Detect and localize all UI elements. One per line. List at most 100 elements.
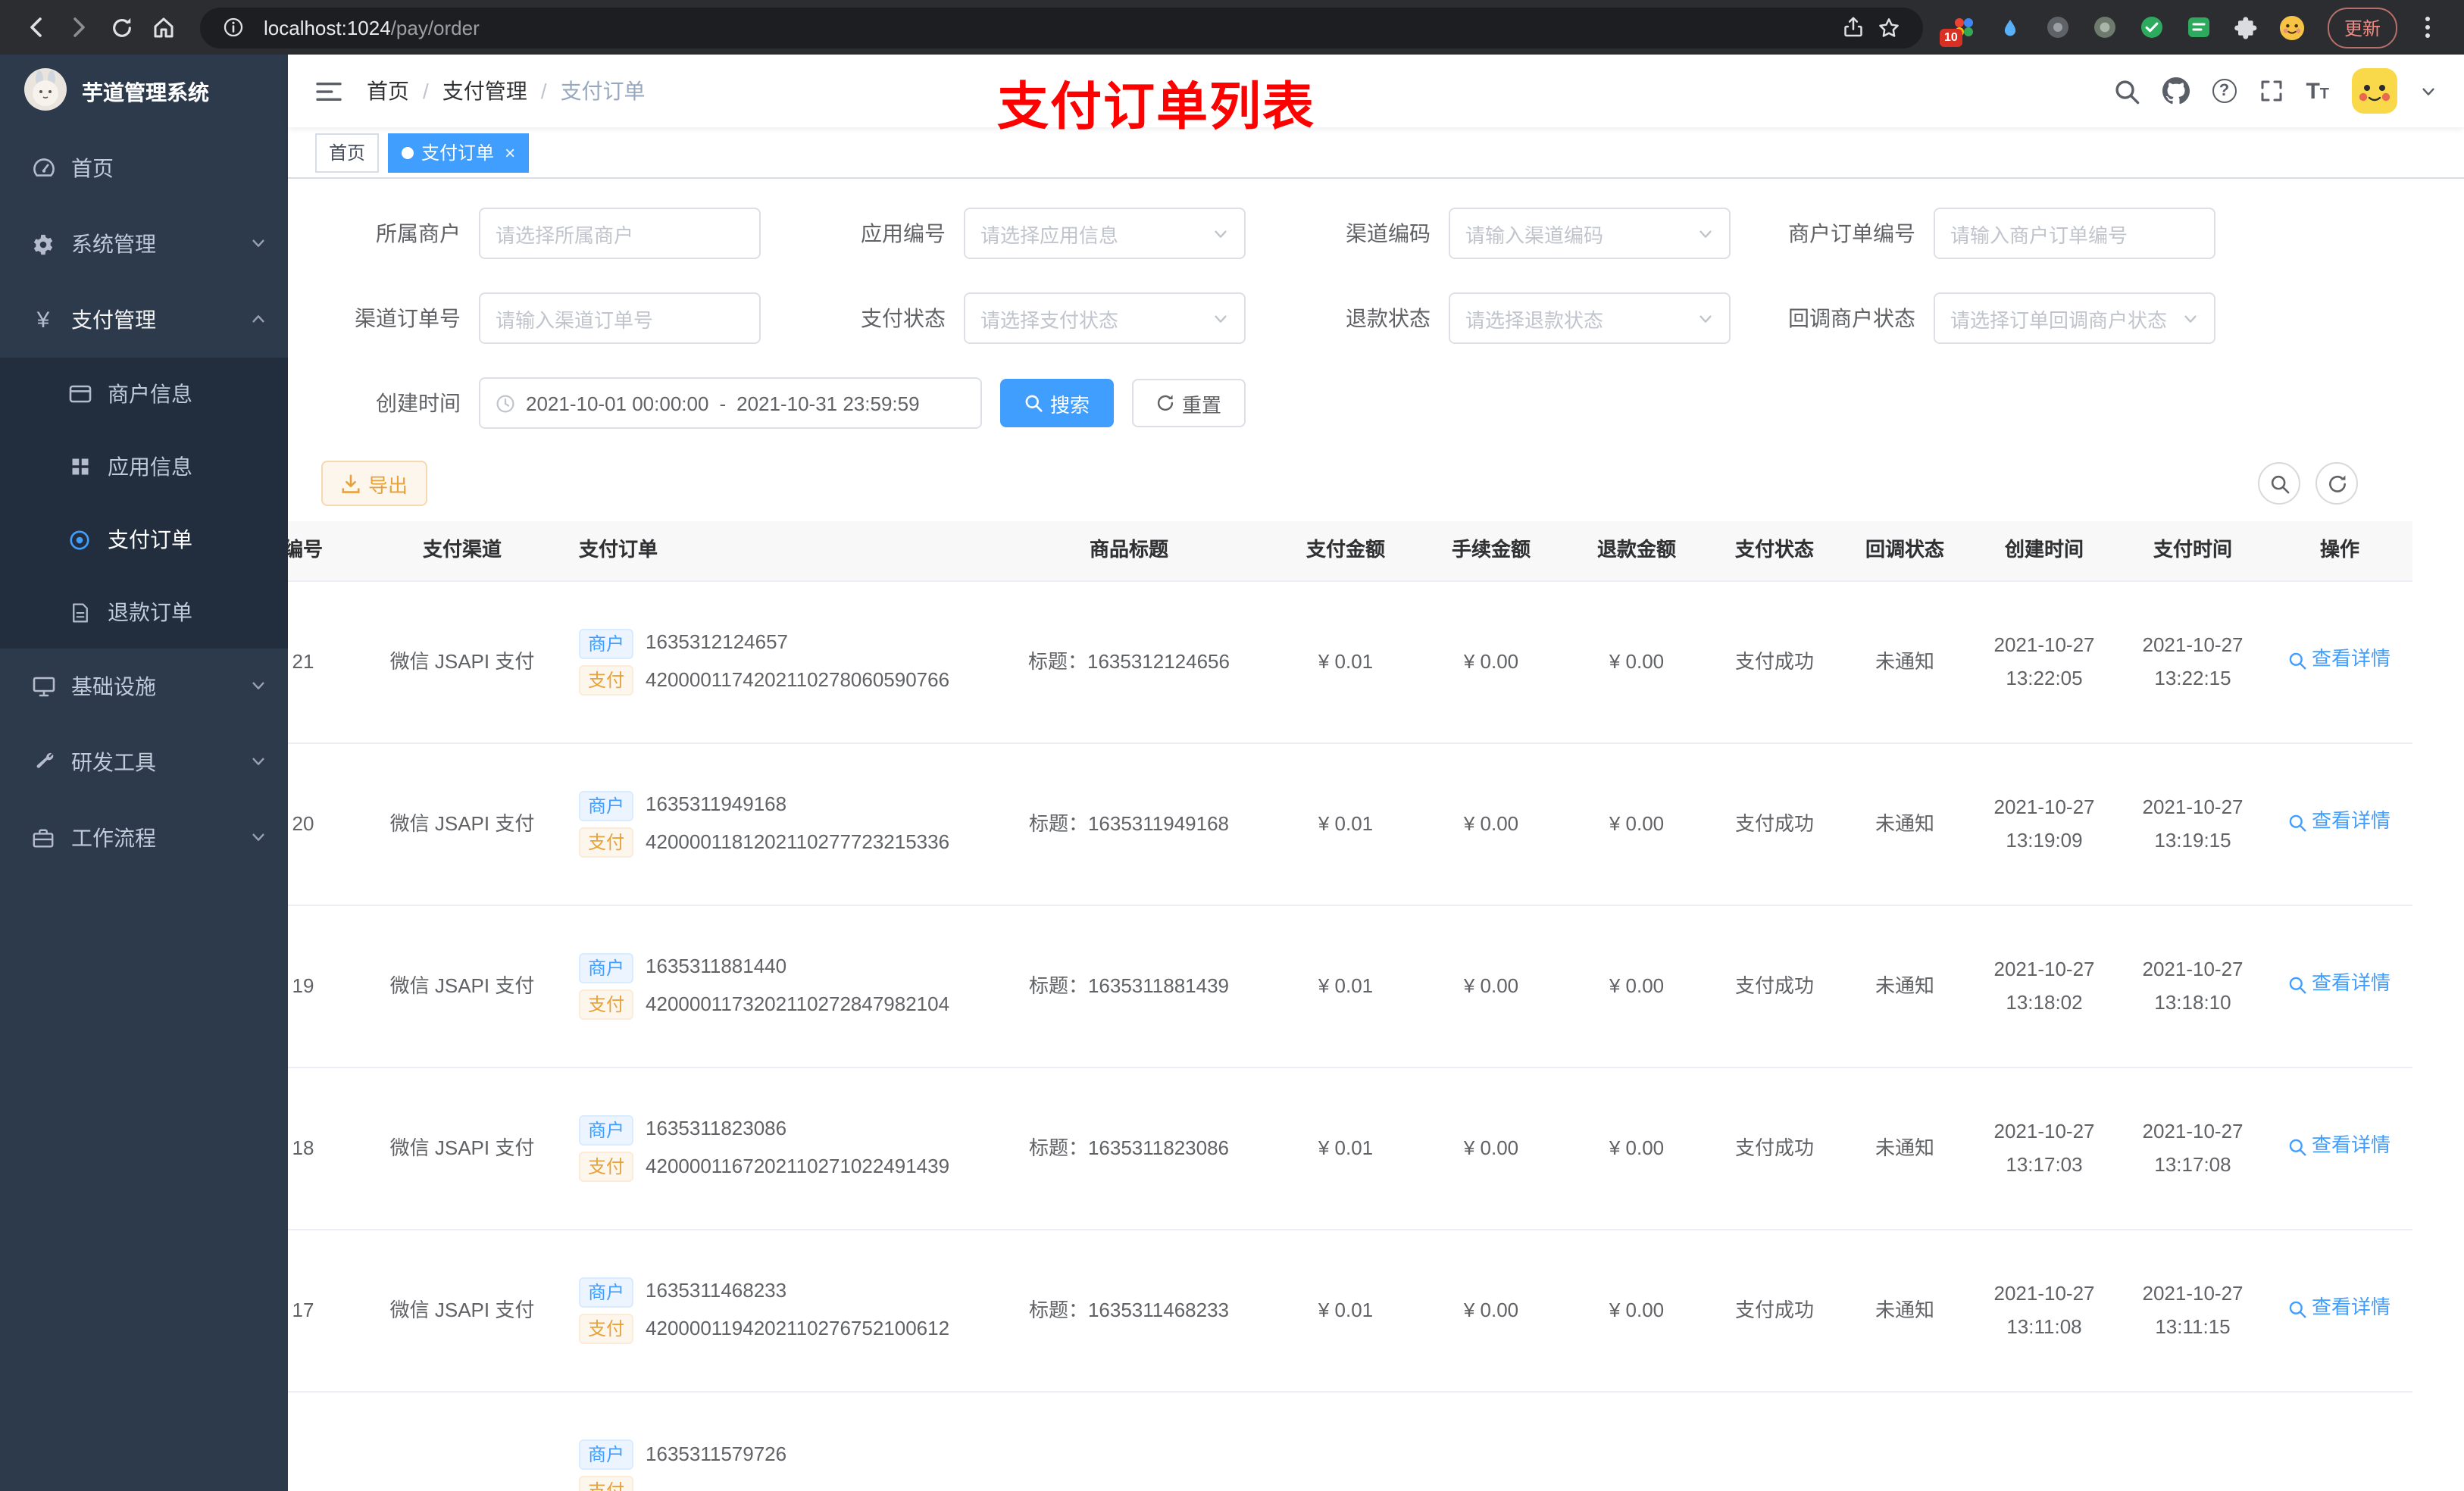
extension-chat-icon[interactable] xyxy=(2185,14,2212,41)
search-button[interactable]: 搜索 xyxy=(1000,379,1115,427)
sidebar-item-payment[interactable]: ¥ 支付管理 xyxy=(0,282,288,358)
table-row: 19 微信 JSAPI 支付 商户 1635311881440 支付 4200001… xyxy=(288,906,2412,1068)
view-detail-link[interactable]: 查看详情 xyxy=(2289,807,2391,839)
filter-label-channel-code: 渠道编码 xyxy=(1346,221,1431,245)
extension-drop-icon[interactable] xyxy=(1997,14,2025,41)
monitor-icon xyxy=(30,674,56,699)
address-bar[interactable]: localhost:1024/pay/order xyxy=(200,7,1923,48)
create-time-range-picker[interactable]: 2021-10-01 00:00:00 - 2021-10-31 23:59:5… xyxy=(479,377,982,429)
sidebar-item-label: 基础设施 xyxy=(71,674,156,699)
channel-order-no-input[interactable]: 请输入渠道订单号 xyxy=(479,292,761,344)
close-tab-icon[interactable]: × xyxy=(505,142,515,163)
merchant-tag: 商户 xyxy=(579,1114,634,1146)
profile-avatar-icon[interactable] xyxy=(2279,14,2306,41)
merchant-tag: 商户 xyxy=(579,790,634,821)
sidebar-item-infra[interactable]: 基础设施 xyxy=(0,649,288,724)
cell-pay-time: 2021-10-27 13:22:15 xyxy=(2142,633,2244,689)
view-detail-link[interactable]: 查看详情 xyxy=(2289,1293,2391,1325)
notify-status-select[interactable]: 请选择订单回调商户状态 xyxy=(1934,292,2215,344)
filter-row-2: 渠道订单号 请输入渠道订单号 支付状态 请选择支付状态 退款状态 请选择退款状态… xyxy=(288,288,2464,349)
view-detail-link[interactable]: 查看详情 xyxy=(2289,645,2391,677)
reset-button[interactable]: 重置 xyxy=(1132,379,1246,427)
share-icon[interactable] xyxy=(1835,9,1871,45)
fullscreen-icon[interactable] xyxy=(2259,79,2283,103)
chevron-down-icon xyxy=(1697,225,1714,242)
search-icon[interactable] xyxy=(2113,78,2139,104)
back-icon[interactable] xyxy=(15,6,58,48)
chevron-down-icon xyxy=(1212,225,1229,242)
sidebar-item-merchant-info[interactable]: 商户信息 xyxy=(0,358,288,430)
github-icon[interactable] xyxy=(2162,77,2190,105)
cell-title: 标题：1635311468233 xyxy=(1028,1298,1230,1321)
cell-fee: ¥ 0.00 xyxy=(1463,811,1519,835)
channel-code-select[interactable]: 请输入渠道编码 xyxy=(1449,208,1731,259)
cell-pay-order: 商户 1635311881440 支付 4200001173202110272847… xyxy=(561,946,985,1027)
cell-id: 20 xyxy=(292,811,314,835)
extension-badge: 10 xyxy=(1939,29,1962,47)
forward-icon[interactable] xyxy=(58,6,100,48)
export-button[interactable]: 导出 xyxy=(321,461,428,506)
cell-notify-status: 未通知 xyxy=(1875,1298,1934,1321)
hamburger-icon[interactable] xyxy=(315,80,342,102)
help-icon[interactable]: ? xyxy=(2212,79,2237,103)
sidebar-item-home[interactable]: 首页 xyxy=(0,130,288,206)
sidebar-item-system[interactable]: 系统管理 xyxy=(0,206,288,282)
pay-status-select[interactable]: 请选择支付状态 xyxy=(964,292,1246,344)
merchant-order-no: 1635311949168 xyxy=(646,792,787,816)
breadcrumb-section[interactable]: 支付管理 xyxy=(442,76,527,106)
merchant-order-no: 1635311468233 xyxy=(646,1279,787,1302)
sidebar-item-dev-tools[interactable]: 研发工具 xyxy=(0,724,288,800)
chevron-down-icon xyxy=(1697,310,1714,327)
sidebar-menu: 首页 系统管理 ¥ 支付管理 商户信息 应用信息 支付订单 退款订单 基础设施 … xyxy=(0,130,288,876)
sidebar-item-pay-order[interactable]: 支付订单 xyxy=(0,503,288,576)
sidebar-item-workflow[interactable]: 工作流程 xyxy=(0,800,288,876)
cell-fee: ¥ 0.00 xyxy=(1463,974,1519,997)
card-icon xyxy=(67,382,92,406)
extension-gray-icon[interactable] xyxy=(2044,14,2072,41)
refund-status-select[interactable]: 请选择退款状态 xyxy=(1449,292,1731,344)
refresh-icon[interactable] xyxy=(2315,462,2358,505)
cell-fee: ¥ 0.00 xyxy=(1463,649,1519,673)
app-no-select[interactable]: 请选择应用信息 xyxy=(964,208,1246,259)
pay-tag: 支付 xyxy=(579,1314,634,1345)
home-icon[interactable] xyxy=(142,6,185,48)
avatar-caret-icon[interactable] xyxy=(2420,83,2437,99)
extension-olive-icon[interactable] xyxy=(2091,14,2118,41)
cell-pay-status: 支付成功 xyxy=(1734,811,1814,835)
reload-icon[interactable] xyxy=(100,6,142,48)
extension-check-icon[interactable] xyxy=(2138,14,2165,41)
cell-action: 查看详情 xyxy=(2267,1293,2412,1328)
tab-pay-order[interactable]: 支付订单 × xyxy=(388,133,530,172)
view-detail-link[interactable]: 查看详情 xyxy=(2289,1131,2391,1163)
view-detail-link[interactable]: 查看详情 xyxy=(2289,969,2391,1001)
navbar-actions: ? TT xyxy=(2113,68,2437,114)
chevron-down-icon xyxy=(250,826,267,850)
cell-pay-time: 2021-10-27 13:17:08 xyxy=(2142,1119,2244,1176)
font-size-icon[interactable]: TT xyxy=(2306,80,2329,102)
merchant-order-no-input[interactable]: 请输入商户订单编号 xyxy=(1934,208,2215,259)
document-icon xyxy=(67,601,92,624)
merchant-tag: 商户 xyxy=(579,1439,634,1470)
sidebar-item-refund-order[interactable]: 退款订单 xyxy=(0,576,288,649)
user-avatar[interactable] xyxy=(2352,68,2397,114)
sidebar: 芋道管理系统 首页 系统管理 ¥ 支付管理 商户信息 应用信息 支付订单 退款订… xyxy=(0,55,288,1491)
extension-colorful-icon[interactable]: 10 xyxy=(1939,14,1978,47)
extensions-puzzle-icon[interactable] xyxy=(2232,14,2259,41)
site-info-icon[interactable] xyxy=(215,9,252,45)
cell-title: 标题：1635312124656 xyxy=(1028,649,1230,673)
sidebar-item-app-info[interactable]: 应用信息 xyxy=(0,430,288,503)
chrome-menu-icon[interactable] xyxy=(2406,6,2449,48)
cell-action: 查看详情 xyxy=(2267,969,2412,1004)
merchant-select[interactable]: 请选择所属商户 xyxy=(479,208,761,259)
cell-create-time: 2021-10-27 13:19:09 xyxy=(1993,795,2095,852)
tab-home[interactable]: 首页 xyxy=(315,133,380,172)
breadcrumb-home[interactable]: 首页 xyxy=(367,76,409,106)
cell-action: 查看详情 xyxy=(2267,1131,2412,1166)
chrome-update-button[interactable]: 更新 xyxy=(2327,7,2397,48)
toggle-search-icon[interactable] xyxy=(2258,462,2300,505)
bookmark-star-icon[interactable] xyxy=(1871,9,1908,45)
orders-table: 编号 支付渠道 支付订单 商品标题 支付金额 手续金额 退款金额 支付状态 回调… xyxy=(288,521,2464,1491)
col-pay-order: 支付订单 xyxy=(579,538,658,561)
merchant-order-no: 1635311881440 xyxy=(646,955,787,978)
cell-pay-channel: 微信 JSAPI 支付 xyxy=(389,649,535,673)
